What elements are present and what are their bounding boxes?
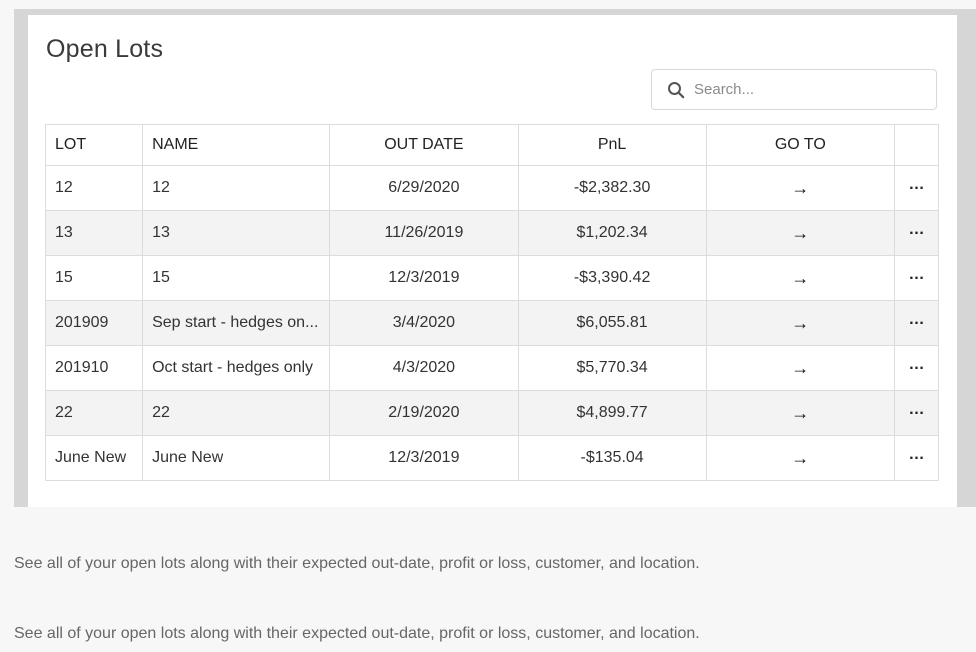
arrow-right-icon[interactable]: → [791,358,809,378]
actions-cell: … [893,435,940,481]
pnl-cell: $6,055.81 [517,300,707,346]
table-row[interactable]: 15 15 12/3/2019 -$3,390.42 → … [44,255,940,301]
actions-cell: … [893,165,940,211]
search-icon [668,81,685,98]
more-horizontal-icon[interactable]: … [908,266,924,283]
out-date-cell: 12/3/2019 [329,435,519,481]
table-row[interactable]: 13 13 11/26/2019 $1,202.34 → … [44,210,940,256]
lot-cell: 22 [44,390,144,436]
name-cell: Oct start - hedges only [142,345,331,391]
table-row[interactable]: 201910 Oct start - hedges only 4/3/2020 … [44,345,940,391]
go-to-cell: → [705,210,895,256]
lot-cell: 12 [44,165,144,211]
go-to-cell: → [705,300,895,346]
more-horizontal-icon[interactable]: … [908,311,924,328]
arrow-right-icon[interactable]: → [791,268,809,288]
pnl-cell: -$2,382.30 [517,165,707,211]
name-cell: 15 [142,255,331,301]
column-header-lot[interactable]: LOT [44,124,144,166]
pnl-cell: $4,899.77 [517,390,707,436]
column-header-actions [893,124,940,166]
search-box[interactable] [651,69,937,110]
out-date-cell: 2/19/2020 [329,390,519,436]
name-text: 12 [152,178,170,196]
column-header-out-date[interactable]: OUT DATE [329,124,519,166]
out-date-cell: 11/26/2019 [329,210,519,256]
arrow-right-icon[interactable]: → [791,223,809,243]
name-text: June New [152,448,224,466]
column-header-name[interactable]: NAME [142,124,331,166]
column-header-pnl[interactable]: PnL [517,124,707,166]
arrow-right-icon[interactable]: → [791,178,809,198]
table-row[interactable]: June New June New 12/3/2019 -$135.04 → … [44,435,940,481]
table-header-row: LOT NAME OUT DATE PnL GO TO [44,124,940,166]
pnl-cell: -$135.04 [517,435,707,481]
lot-cell: 201910 [44,345,144,391]
lot-cell: 201909 [44,300,144,346]
name-text: 22 [152,403,170,421]
more-horizontal-icon[interactable]: … [908,401,924,418]
lot-cell: 15 [44,255,144,301]
actions-cell: … [893,300,940,346]
arrow-right-icon[interactable]: → [791,313,809,333]
more-horizontal-icon[interactable]: … [908,221,924,238]
column-header-go-to: GO TO [705,124,895,166]
go-to-cell: → [705,345,895,391]
go-to-cell: → [705,435,895,481]
out-date-cell: 6/29/2020 [329,165,519,211]
arrow-right-icon[interactable]: → [791,403,809,423]
actions-cell: … [893,345,940,391]
lot-cell: June New [44,435,144,481]
pnl-cell: $1,202.34 [517,210,707,256]
pnl-cell: $5,770.34 [517,345,707,391]
open-lots-table: LOT NAME OUT DATE PnL GO TO 12 12 6/29/2… [44,124,940,481]
out-date-cell: 4/3/2020 [329,345,519,391]
name-cell: 22 [142,390,331,436]
name-cell: 12 [142,165,331,211]
description-text: See all of your open lots along with the… [14,625,700,642]
go-to-cell: → [705,390,895,436]
name-text: Sep start - hedges on... [152,313,319,331]
more-horizontal-icon[interactable]: … [908,446,924,463]
go-to-cell: → [705,255,895,301]
name-cell: Sep start - hedges on... [142,300,331,346]
more-horizontal-icon[interactable]: … [908,176,924,193]
search-input[interactable] [694,81,914,98]
table-row[interactable]: 22 22 2/19/2020 $4,899.77 → … [44,390,940,436]
table-row[interactable]: 12 12 6/29/2020 -$2,382.30 → … [44,165,940,211]
go-to-cell: → [705,165,895,211]
name-cell: 13 [142,210,331,256]
actions-cell: … [893,390,940,436]
name-cell: June New [142,435,331,481]
name-text: Oct start - hedges only [152,358,314,376]
open-lots-card: Open Lots LOT NAME OUT DATE PnL GO TO 12… [28,15,957,507]
pnl-cell: -$3,390.42 [517,255,707,301]
page-title: Open Lots [46,35,164,63]
name-text: 13 [152,223,170,241]
name-text: 15 [152,268,170,286]
actions-cell: … [893,210,940,256]
lot-cell: 13 [44,210,144,256]
description-text: See all of your open lots along with the… [14,555,700,572]
more-horizontal-icon[interactable]: … [908,356,924,373]
out-date-cell: 12/3/2019 [329,255,519,301]
table-row[interactable]: 201909 Sep start - hedges on... 3/4/2020… [44,300,940,346]
arrow-right-icon[interactable]: → [791,448,809,468]
out-date-cell: 3/4/2020 [329,300,519,346]
actions-cell: … [893,255,940,301]
